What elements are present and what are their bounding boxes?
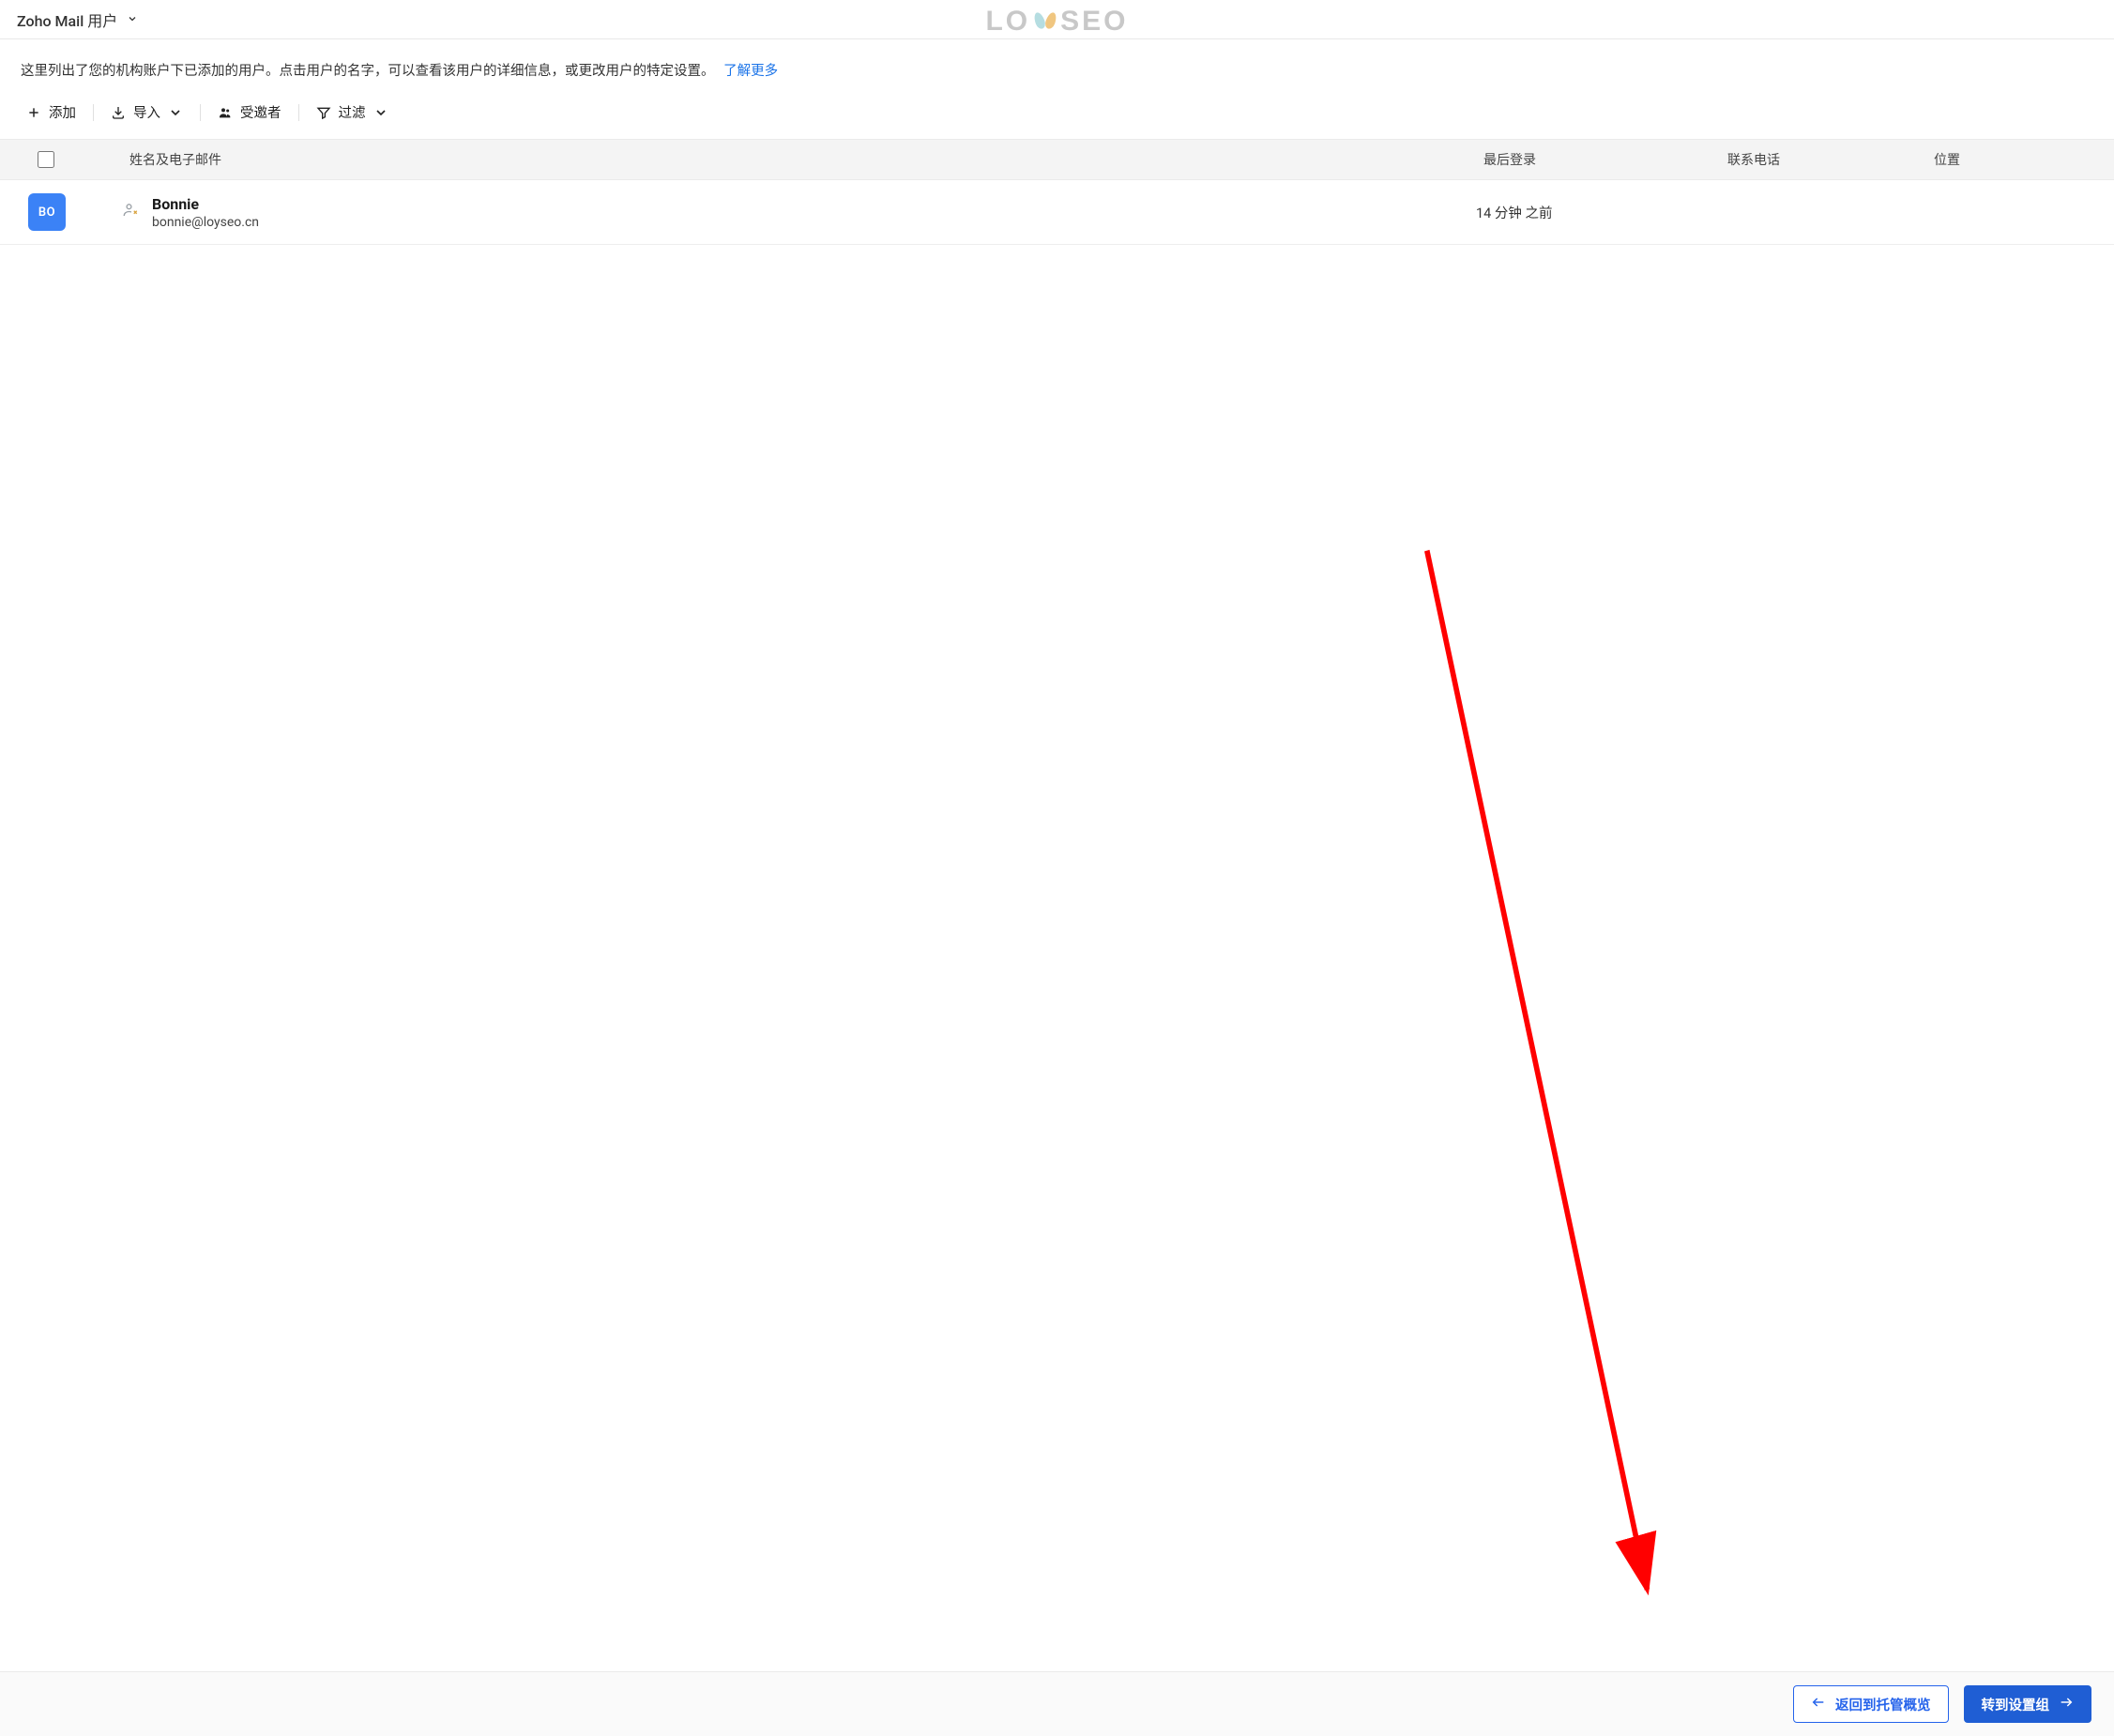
next-button-label: 转到设置组 bbox=[1982, 1695, 2050, 1714]
intro-text-block: 这里列出了您的机构账户下已添加的用户。点击用户的名字，可以查看该用户的详细信息，… bbox=[0, 39, 2114, 82]
chevron-down-icon bbox=[373, 105, 388, 120]
toolbar: 添加 导入 受邀者 过滤 bbox=[0, 82, 2114, 139]
col-phone: 联系电话 bbox=[1720, 150, 1926, 169]
next-button[interactable]: 转到设置组 bbox=[1964, 1685, 2092, 1723]
chevron-down-icon bbox=[127, 10, 138, 28]
page-title: Zoho Mail 用户 bbox=[17, 8, 117, 31]
footer-bar: 返回到托管概览 转到设置组 bbox=[0, 1671, 2114, 1736]
col-location: 位置 bbox=[1926, 150, 2114, 169]
add-button[interactable]: 添加 bbox=[26, 102, 76, 122]
annotation-arrow-icon bbox=[0, 245, 2114, 1671]
cell-last-login: 14 分钟 之前 bbox=[1476, 203, 1720, 222]
invitee-label: 受邀者 bbox=[240, 102, 281, 122]
page-header: Zoho Mail 用户 LOSEO bbox=[0, 0, 2114, 39]
page-title-dropdown[interactable]: Zoho Mail 用户 bbox=[17, 8, 138, 31]
user-avatar: BO bbox=[28, 193, 66, 231]
user-email: bonnie@loyseo.cn bbox=[152, 215, 259, 230]
download-icon bbox=[111, 105, 126, 120]
watermark-logo: LOSEO bbox=[985, 6, 1128, 38]
filter-icon bbox=[316, 105, 331, 120]
learn-more-link[interactable]: 了解更多 bbox=[723, 63, 778, 79]
add-label: 添加 bbox=[49, 102, 76, 122]
plus-icon bbox=[26, 105, 41, 120]
invitee-button[interactable]: 受邀者 bbox=[218, 102, 281, 122]
table-row[interactable]: BO Bonnie bonnie@loyseo.cn 14 分钟 之前 bbox=[0, 180, 2114, 245]
import-button[interactable]: 导入 bbox=[111, 102, 183, 122]
chevron-down-icon bbox=[168, 105, 183, 120]
user-name: Bonnie bbox=[152, 195, 259, 213]
arrow-right-icon bbox=[2059, 1695, 2074, 1713]
table-header-row: 姓名及电子邮件 最后登录 联系电话 位置 bbox=[0, 139, 2114, 180]
user-admin-icon bbox=[122, 202, 139, 222]
back-button[interactable]: 返回到托管概览 bbox=[1793, 1685, 1949, 1723]
arrow-left-icon bbox=[1811, 1695, 1826, 1713]
toolbar-separator bbox=[93, 104, 94, 121]
main-area bbox=[0, 245, 2114, 1671]
users-icon bbox=[218, 105, 233, 120]
col-last-login: 最后登录 bbox=[1476, 150, 1720, 169]
filter-button[interactable]: 过滤 bbox=[316, 102, 388, 122]
filter-label: 过滤 bbox=[339, 102, 366, 122]
col-name-email: 姓名及电子邮件 bbox=[122, 150, 1476, 169]
import-label: 导入 bbox=[133, 102, 160, 122]
select-all-checkbox[interactable] bbox=[38, 151, 54, 168]
back-button-label: 返回到托管概览 bbox=[1835, 1695, 1931, 1714]
toolbar-separator bbox=[200, 104, 201, 121]
intro-text: 这里列出了您的机构账户下已添加的用户。点击用户的名字，可以查看该用户的详细信息，… bbox=[21, 63, 715, 79]
toolbar-separator bbox=[298, 104, 299, 121]
